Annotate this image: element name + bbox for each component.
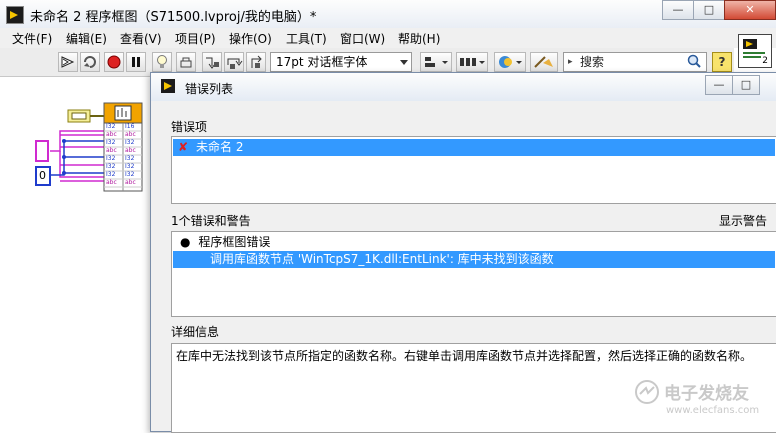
chevron-down-icon [400,60,408,65]
vi-icon-number: 2 [762,56,768,66]
search-input[interactable]: ▸ 搜索 [563,52,707,72]
distribute-objects-icon[interactable] [456,52,488,72]
clean-up-diagram-icon[interactable] [530,52,558,72]
menu-file[interactable]: 文件(F) [12,30,52,47]
details-text: 在库中无法找到该节点所指定的函数名称。右键单击调用库函数节点并选择配置，然后选择… [176,349,753,363]
error-items-label: 错误项 [171,120,208,134]
node-row-label: abc [125,179,136,186]
maximize-button[interactable]: □ [693,0,725,20]
align-objects-icon[interactable] [420,52,452,72]
error-group-label: 程序框图错误 [198,235,271,249]
string-constant[interactable] [35,140,49,162]
step-out-icon[interactable] [246,52,266,72]
errors-warnings-count: 1个错误和警告 [171,214,251,228]
run-arrow-icon[interactable] [58,52,78,72]
error-message: 调用库函数节点 'WinTcpS7_1K.dll:EntLink': 库中未找到… [210,252,554,266]
dialog-maximize-button[interactable]: □ [732,75,760,95]
step-over-icon[interactable] [224,52,244,72]
menu-operate[interactable]: 操作(O) [229,30,272,47]
watermark-url: www.elecfans.com [666,405,760,416]
menu-tools[interactable]: 工具(T) [286,30,327,47]
node-row-label: I32 [106,171,116,178]
node-row-label: abc [106,131,117,138]
pause-icon[interactable] [126,52,146,72]
menu-bar: 文件(F) 编辑(E) 查看(V) 项目(P) 操作(O) 工具(T) 窗口(W… [0,28,776,48]
window-title: 未命名 2 程序框图（S71500.lvproj/我的电脑）* [30,10,317,25]
font-select-value: 17pt 对话框字体 [276,55,368,69]
menu-view[interactable]: 查看(V) [120,30,162,47]
vi-icon[interactable]: 2 [738,34,772,68]
errors-list[interactable]: ● 程序框图错误 调用库函数节点 'WinTcpS7_1K.dll:EntLin… [171,231,776,317]
context-help-button[interactable]: ? [712,52,732,72]
menu-window[interactable]: 窗口(W) [340,30,385,47]
watermark-logo-icon [635,380,659,404]
node-row-label: I32 [125,155,135,162]
node-col-label: I32 [106,123,116,130]
dialog-minimize-button[interactable]: — [705,75,733,95]
numeric-constant-value: 0 [39,169,46,182]
error-message-row[interactable]: 调用库函数节点 'WinTcpS7_1K.dll:EntLink': 库中未找到… [173,251,775,268]
node-row-labels: abc I32 abc I32 I32 I32 abc [106,131,117,187]
highlight-execution-icon[interactable] [152,52,172,72]
node-row-label: abc [125,147,136,154]
node-col-label: I16 [125,123,135,130]
menu-help[interactable]: 帮助(H) [398,30,440,47]
node-row-label: I32 [125,139,135,146]
run-continuously-icon[interactable] [80,52,100,72]
search-arrow-icon: ▸ [568,57,573,67]
close-button[interactable]: ✕ [724,0,776,20]
menu-project[interactable]: 项目(P) [175,30,216,47]
show-warnings-label[interactable]: 显示警告 [719,212,767,229]
search-icon[interactable] [686,53,702,74]
retain-wire-values-icon[interactable] [176,52,196,72]
numeric-wire[interactable] [48,140,104,176]
node-row-label: abc [106,147,117,154]
reorder-icon[interactable] [494,52,526,72]
font-select[interactable]: 17pt 对话框字体 [270,52,412,72]
node-row-label: I32 [125,171,135,178]
node-row-label: I32 [106,163,116,170]
error-items-list[interactable]: ✘ 未命名 2 [171,136,776,204]
node-row-labels-right: abc I32 abc I32 I32 I32 abc [125,131,136,187]
error-item-row[interactable]: ✘ 未命名 2 [173,139,775,156]
node-row-label: I32 [106,139,116,146]
node-row-label: I32 [125,163,135,170]
dialog-title-bar: 错误列表 — □ [151,73,776,101]
error-group-row[interactable]: ● 程序框图错误 [180,234,270,251]
error-item-name: 未命名 2 [196,140,244,154]
abort-icon[interactable] [104,52,124,72]
node-row-label: abc [106,179,117,186]
watermark-brand: 电子发烧友 [664,384,749,404]
node-row-label: I32 [106,155,116,162]
step-into-icon[interactable] [202,52,222,72]
labview-icon [161,79,175,93]
bullet-icon: ● [180,235,191,249]
minimize-button[interactable]: — [662,0,694,20]
node-row-label: abc [125,131,136,138]
labview-icon [6,6,24,24]
error-x-icon: ✘ [178,140,189,154]
dialog-title: 错误列表 [185,82,234,96]
watermark: 电子发烧友 www.elecfans.com [630,377,770,427]
menu-edit[interactable]: 编辑(E) [66,30,107,47]
main-title-bar: 未命名 2 程序框图（S71500.lvproj/我的电脑）* — □ ✕ [0,0,776,28]
details-label: 详细信息 [171,325,220,339]
search-placeholder: 搜索 [580,55,605,69]
